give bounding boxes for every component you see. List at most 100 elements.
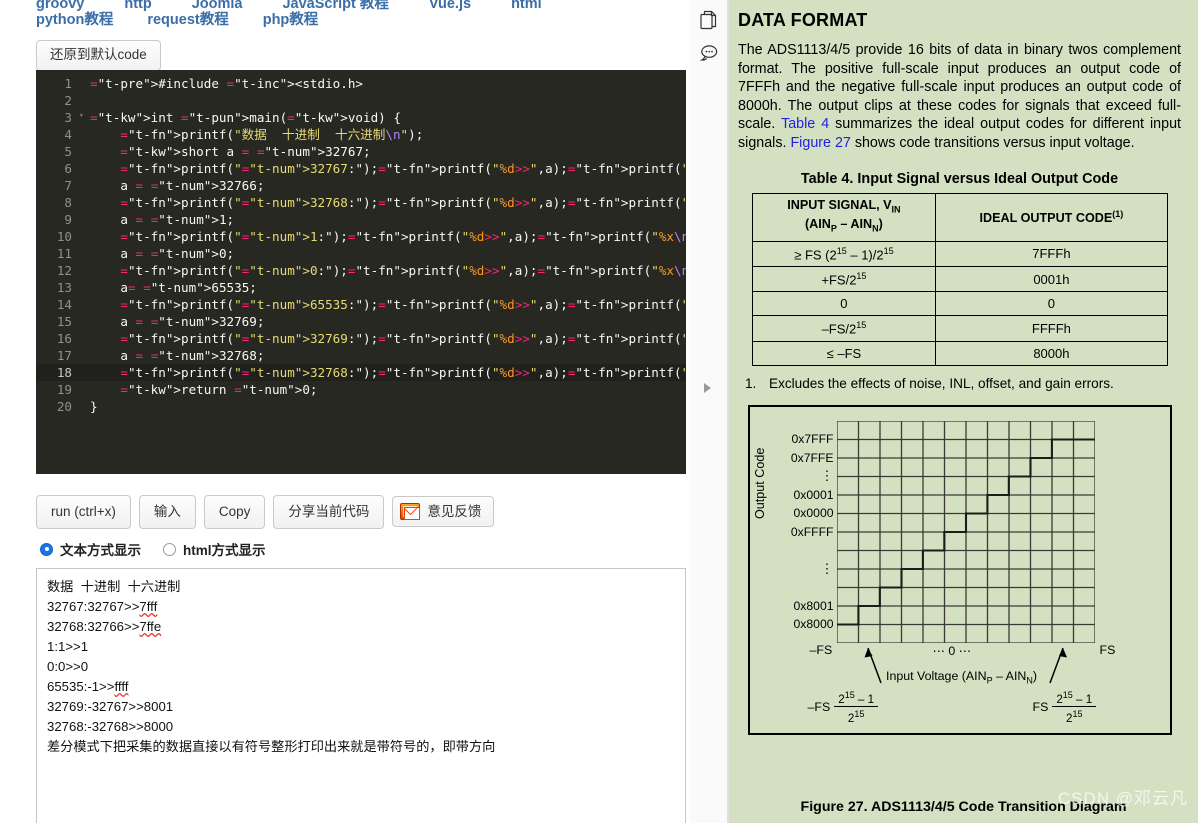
code-line-5[interactable]: ="t-kw">short a = ="t-num">32767; xyxy=(80,143,686,160)
radio-text-mode-label: 文本方式显示 xyxy=(60,543,141,558)
editor-action-buttons: run (ctrl+x) 输入 Copy 分享当前代码 意见反馈 xyxy=(36,495,502,529)
output-line-5: 65535:-1>>ffff xyxy=(47,679,129,694)
table-row: +FS/215 0001h xyxy=(751,265,1168,293)
table-cell: 8000h xyxy=(935,340,1168,366)
output-line-8: 差分模式下把采集的数据直接以有符号整形打印出来就是带符号的，即带方向 xyxy=(47,739,496,754)
online-compiler-pane: groovy http Joomla JavaScript 教程 Vue.js html … xyxy=(0,0,690,823)
feedback-button-label: 意见反馈 xyxy=(427,504,482,519)
mail-icon xyxy=(400,503,421,521)
code-line-4[interactable]: ="t-fn">printf("数据 十进制 十六进制\n"); xyxy=(80,126,686,143)
x-tick-fs: FS xyxy=(1099,642,1116,657)
table-cell: FFFFh xyxy=(935,315,1168,342)
line-number-4: 4 xyxy=(64,127,72,142)
radio-html-mode[interactable]: html方式显示 xyxy=(163,539,266,559)
output-line-2: 32768:32766>>7ffe xyxy=(47,619,162,634)
input-button[interactable]: 输入 xyxy=(138,495,196,529)
radio-text-mode-dot[interactable] xyxy=(40,542,53,556)
comment-icon[interactable] xyxy=(694,38,724,68)
y-tick-0: 0x7FFF xyxy=(791,432,834,447)
code-editor[interactable]: 1234567891011121314151617181920 ="t-pre"… xyxy=(36,70,686,474)
nav-link-1[interactable]: request教程 xyxy=(147,8,228,29)
code-line-6[interactable]: ="t-fn">printf("="t-num">32767:");="t-fn… xyxy=(80,160,686,177)
pdf-text-4: shows code transitions versus input volt… xyxy=(850,134,1135,151)
table-cell: 7FFFh xyxy=(935,240,1168,267)
table-cell: –FS/215 xyxy=(751,315,937,342)
program-output-panel: 数据 十进制 十六进制 32767:32767>>7fff 32768:32766>… xyxy=(36,568,686,823)
pdf-heading: DATA FORMAT xyxy=(738,10,868,30)
code-line-13[interactable]: a= ="t-num">65535; xyxy=(80,279,686,296)
pdf-link-3[interactable]: Figure 27 xyxy=(790,135,850,151)
code-line-8[interactable]: ="t-fn">printf("="t-num">32768:");="t-fn… xyxy=(80,194,686,211)
code-line-14[interactable]: ="t-fn">printf("="t-num">65535:");="t-fn… xyxy=(80,296,686,313)
line-number-2: 2 xyxy=(64,93,72,108)
line-number-15: 15 xyxy=(56,314,72,329)
table-header-output-code: IDEAL OUTPUT CODE(1) xyxy=(935,192,1168,242)
restore-default-code-button[interactable]: 还原到默认code xyxy=(36,40,161,71)
y-tick-1: 0x7FFE xyxy=(790,450,834,465)
code-line-18[interactable]: ="t-fn">printf("="t-num">32768:");="t-fn… xyxy=(80,364,686,381)
y-tick-4: 0x0000 xyxy=(793,506,834,521)
code-line-10[interactable]: ="t-fn">printf("="t-num">1:");="t-fn">pr… xyxy=(80,228,686,245)
code-line-11[interactable]: a = ="t-num">0; xyxy=(80,245,686,262)
code-line-19[interactable]: ="t-kw">return ="t-num">0; xyxy=(80,381,686,398)
right-fs-frac: 215 – 1 215 xyxy=(1052,689,1097,726)
code-line-12[interactable]: ="t-fn">printf("="t-num">0:");="t-fn">pr… xyxy=(80,262,686,279)
y-tick-5: 0xFFFF xyxy=(790,524,834,539)
code-transition-figure: Output Code 0x7FFF 0x7FFE ⋮ 0x0001 0x0000 0xF… xyxy=(747,404,1172,735)
footnote-text: Excludes the effects of noise, INL, offs… xyxy=(769,375,1114,391)
nav-link-0[interactable]: python教程 xyxy=(36,8,113,29)
line-number-1: 1 xyxy=(64,76,72,91)
figure-caption: Figure 27. ADS1113/4/5 Code Transition D… xyxy=(800,799,1127,815)
table-body: ≥ FS (215 – 1)/215 7FFFh +FS/215 0001h 0 0 –FS… xyxy=(751,240,1168,366)
table-cell: +FS/215 xyxy=(751,265,937,293)
pdf-sidebar-rail xyxy=(690,0,729,823)
code-line-2[interactable] xyxy=(80,92,686,109)
share-code-button[interactable]: 分享当前代码 xyxy=(273,495,385,529)
feedback-button[interactable]: 意见反馈 xyxy=(392,496,495,528)
radio-text-mode[interactable]: 文本方式显示 xyxy=(40,539,141,559)
nav-link-2[interactable]: php教程 xyxy=(263,8,319,29)
line-number-18: 18 xyxy=(36,364,80,381)
code-line-17[interactable]: a = ="t-num">32768; xyxy=(80,347,686,364)
pdf-link-1[interactable]: Table 4 xyxy=(781,116,829,132)
pages-icon[interactable] xyxy=(694,5,724,35)
table-row: –FS/215 FFFFh xyxy=(751,315,1168,342)
code-line-1[interactable]: ="t-pre">#include ="t-inc"><stdio.h> xyxy=(80,75,686,92)
table-row: ≤ –FS 8000h xyxy=(751,340,1168,366)
radio-html-mode-dot[interactable] xyxy=(163,542,176,556)
pdf-paragraph: The ADS1113/4/5 provide 16 bits of data … xyxy=(738,41,1181,153)
nav-row-secondary: python教程 request教程 php教程 xyxy=(36,8,690,29)
right-fs-prefix: FS xyxy=(1032,699,1049,714)
table-cell: ≤ –FS xyxy=(751,340,937,366)
y-tick-7: 0x8001 xyxy=(793,598,834,613)
code-line-20[interactable]: } xyxy=(80,398,686,415)
pdf-page: DATA FORMAT The ADS1113/4/5 provide 16 b… xyxy=(729,0,1198,823)
code-line-16[interactable]: ="t-fn">printf("="t-num">32769:");="t-fn… xyxy=(80,330,686,347)
table-cell: 0001h xyxy=(935,265,1168,293)
copy-button[interactable]: Copy xyxy=(203,495,266,529)
output-line-0: 数据 十进制 十六进制 xyxy=(47,579,181,594)
table-row: 00 xyxy=(751,291,1168,317)
rail-divider xyxy=(727,0,728,823)
line-number-13: 13 xyxy=(56,280,72,295)
line-number-12: 12 xyxy=(56,263,72,278)
output-line-1: 32767:32767>>7fff xyxy=(47,599,158,614)
code-line-9[interactable]: a = ="t-num">1; xyxy=(80,211,686,228)
line-number-6: 6 xyxy=(64,161,72,176)
table-footnote: 1. Excludes the effects of noise, INL, o… xyxy=(745,375,1181,393)
code-line-15[interactable]: a = ="t-num">32769; xyxy=(80,313,686,330)
y-tick-2: ⋮ xyxy=(820,468,834,484)
code-line-7[interactable]: a = ="t-num">32766; xyxy=(80,177,686,194)
expand-sidebar-handle[interactable] xyxy=(704,383,711,393)
left-fs-prefix: –FS xyxy=(807,699,831,714)
table-cell: 0 xyxy=(935,291,1168,317)
line-number-16: 16 xyxy=(56,331,72,346)
editor-code-area[interactable]: ="t-pre">#include ="t-inc"><stdio.h> ="t-… xyxy=(80,70,686,474)
table-cell: 0 xyxy=(751,291,937,317)
line-number-19: 19 xyxy=(56,382,72,397)
code-line-3[interactable]: ="t-kw">int ="t-pun">main(="t-kw">void) … xyxy=(80,109,686,126)
output-line-4: 0:0>>0 xyxy=(47,659,89,674)
run-button[interactable]: run (ctrl+x) xyxy=(36,495,131,529)
line-number-11: 11 xyxy=(56,246,72,261)
footnote-number: 1. xyxy=(745,375,757,391)
